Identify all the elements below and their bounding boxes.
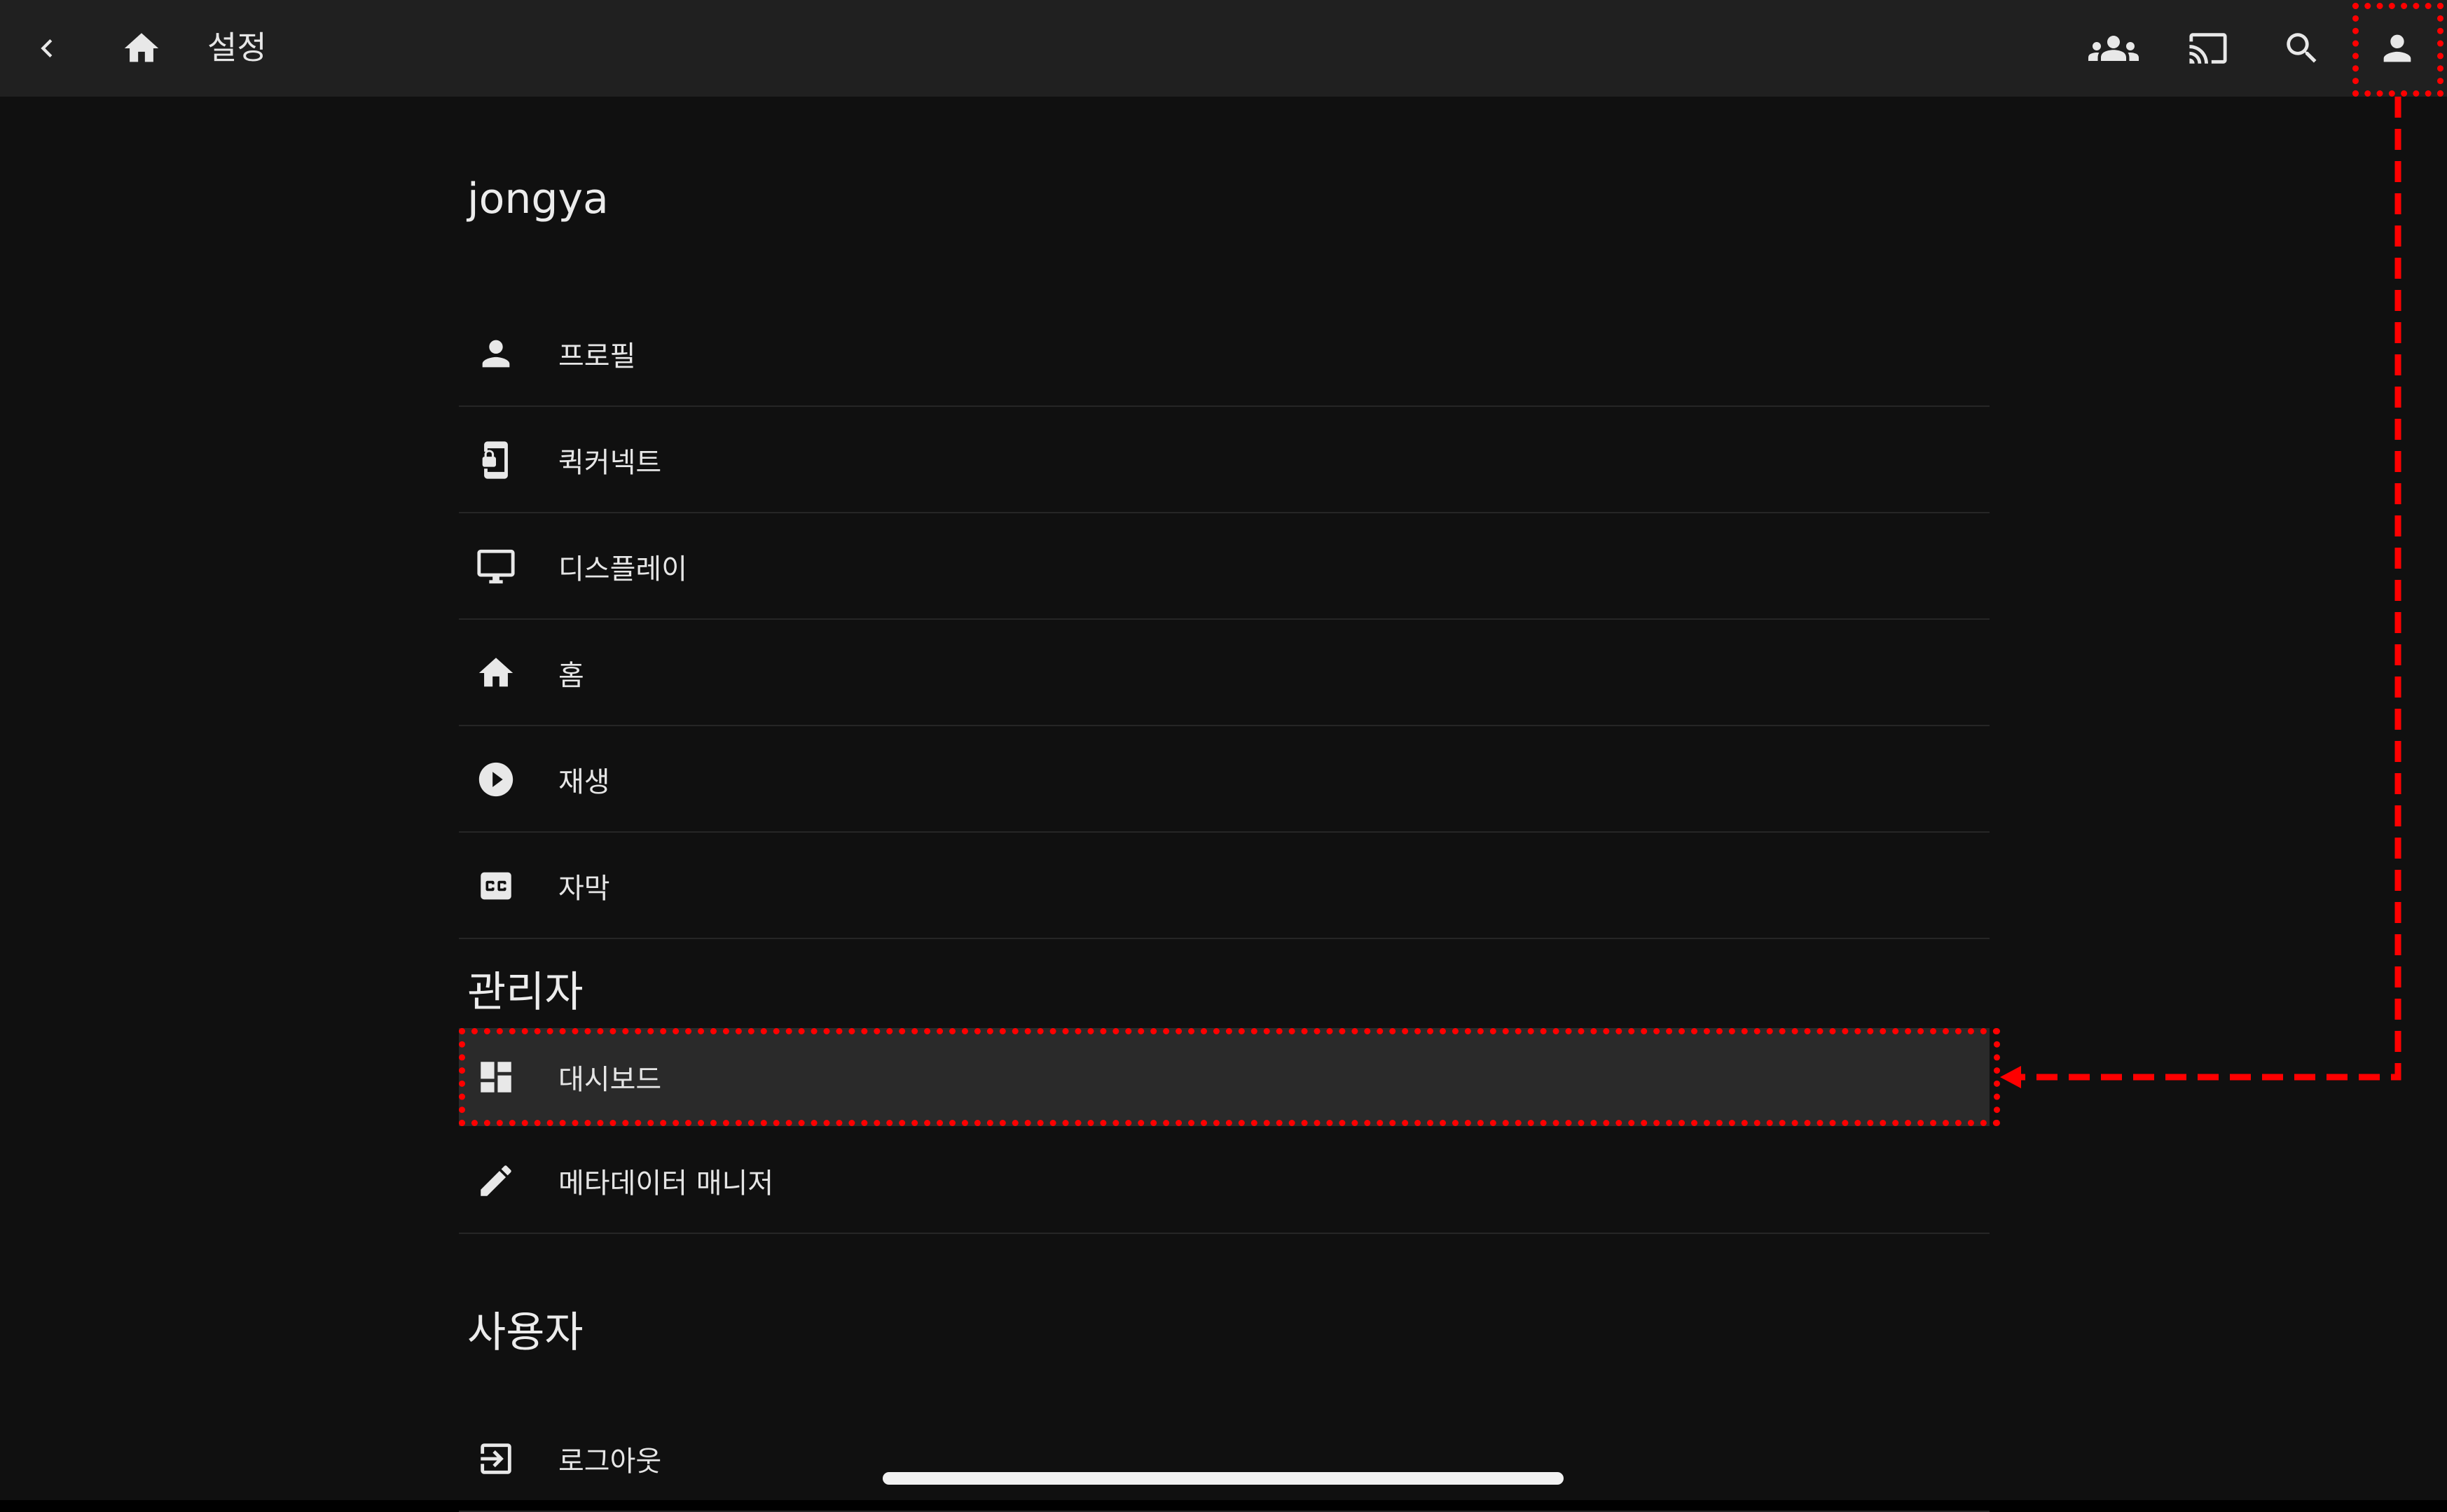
section-title-admin: 관리자 — [467, 968, 584, 1017]
menu-item-label: 디스플레이 — [558, 553, 687, 585]
section-title-user: jongya — [467, 174, 609, 223]
menu-item-label: 재생 — [558, 766, 610, 798]
menu-item-logout[interactable]: 로그아웃 — [459, 1406, 1990, 1512]
menu-item-home[interactable]: 홈 — [459, 620, 1990, 726]
chevron-left-icon — [41, 39, 53, 57]
menu-item-playback[interactable]: 재생 — [459, 726, 1990, 833]
menu-item-label: 프로필 — [558, 340, 636, 373]
cast-button[interactable] — [2170, 10, 2247, 87]
back-button[interactable] — [8, 10, 85, 87]
menu-item-label: 자막 — [558, 873, 610, 905]
search-button[interactable] — [2263, 10, 2341, 87]
settings-screen: 설정 jongya 프로필 퀵커넥트 디스플레이 홈 재생 자막 관리자 대시보… — [0, 0, 2447, 1512]
cast-icon — [2189, 33, 2227, 64]
menu-item-profile[interactable]: 프로필 — [459, 300, 1990, 407]
menu-item-label: 로그아웃 — [558, 1445, 662, 1478]
section-title-user-actions: 사용자 — [467, 1308, 584, 1357]
search-icon — [2287, 33, 2317, 63]
pencil-icon — [473, 1158, 519, 1204]
menu-item-label: 퀵커넥트 — [558, 447, 662, 479]
person-icon — [473, 331, 519, 377]
phone-lock-icon — [473, 437, 519, 483]
logout-icon — [473, 1436, 519, 1482]
home-button[interactable] — [103, 10, 180, 87]
home-icon — [124, 33, 159, 62]
home-indicator-bar — [883, 1472, 1564, 1485]
menu-item-subtitles[interactable]: 자막 — [459, 833, 1990, 939]
monitor-icon — [473, 543, 519, 590]
group-icon — [2088, 36, 2139, 61]
menu-item-metadata-manager[interactable]: 메타데이터 매니저 — [459, 1128, 1990, 1234]
annotation-highlight-dashboard — [459, 1028, 2000, 1126]
play-circle-icon — [473, 756, 519, 803]
home-icon — [473, 650, 519, 696]
annotation-highlight-user-button — [2352, 3, 2443, 97]
menu-item-display[interactable]: 디스플레이 — [459, 513, 1990, 620]
top-app-bar: 설정 — [0, 0, 2447, 97]
closed-caption-icon — [473, 863, 519, 909]
menu-item-label: 홈 — [558, 660, 584, 692]
menu-item-label: 메타데이터 매니저 — [558, 1167, 774, 1200]
syncplay-button[interactable] — [2075, 10, 2152, 87]
menu-item-quick-connect[interactable]: 퀵커넥트 — [459, 407, 1990, 513]
page-title: 설정 — [207, 29, 267, 67]
